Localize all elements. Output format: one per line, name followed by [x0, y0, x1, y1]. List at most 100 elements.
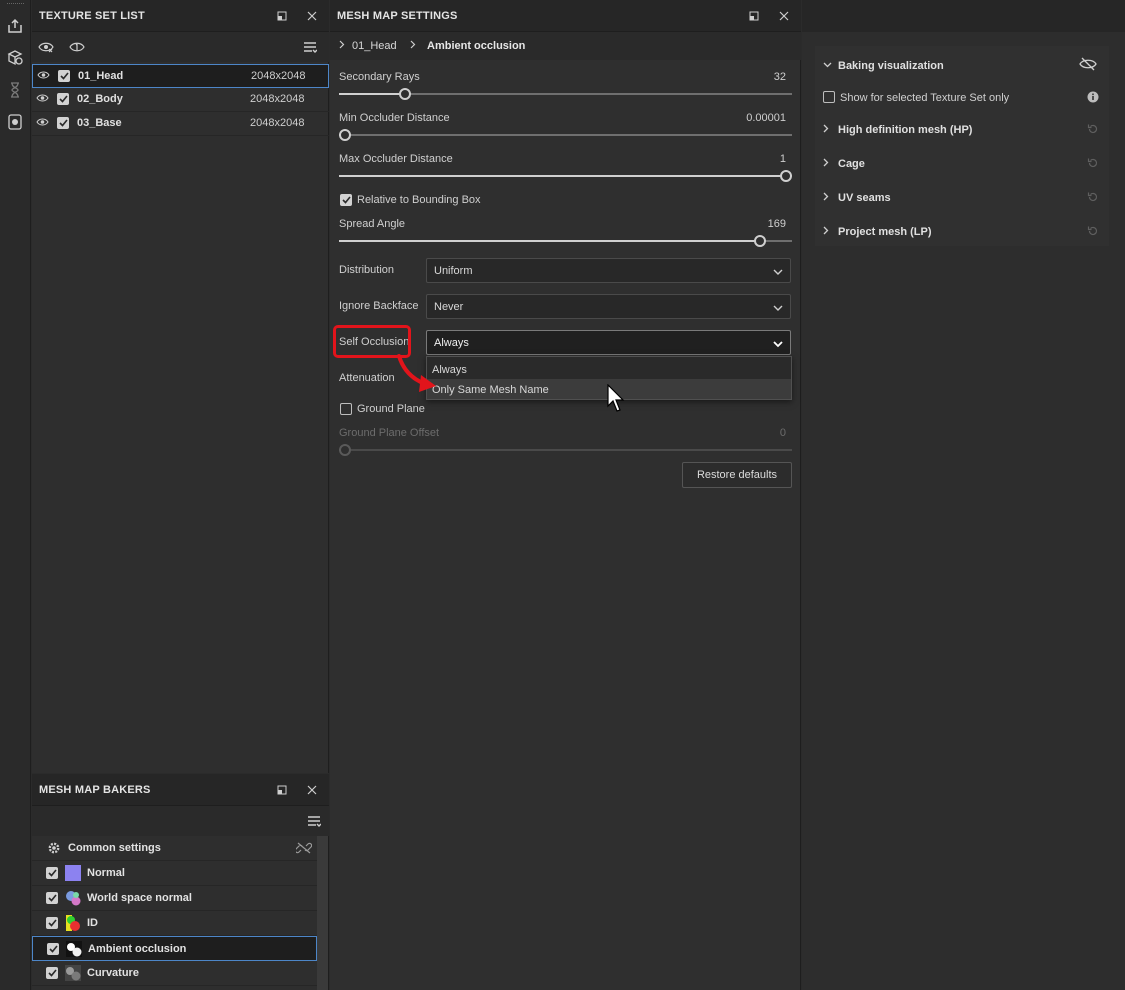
texture-set-resolution: 2048x2048: [250, 93, 305, 105]
list-menu-icon[interactable]: [307, 815, 322, 830]
baking-visualization-section[interactable]: Baking visualization: [815, 50, 1109, 80]
world-space-normal-thumbnail: [65, 890, 81, 906]
baker-row-curvature[interactable]: Curvature: [32, 961, 317, 986]
spread-angle-slider[interactable]: [339, 235, 792, 247]
bakers-list: Common settings Normal World space norma…: [32, 836, 317, 990]
min-occluder-slider[interactable]: [339, 129, 792, 141]
ground-plane-offset-slider: [339, 444, 792, 456]
max-occluder-value[interactable]: 1: [780, 153, 786, 165]
baker-row-ambient-occlusion[interactable]: Ambient occlusion: [32, 936, 317, 961]
slider-handle[interactable]: [399, 88, 411, 100]
texture-set-row[interactable]: 03_Base 2048x2048: [32, 112, 329, 136]
grip-handle[interactable]: [7, 3, 24, 6]
slider-handle[interactable]: [339, 129, 351, 141]
mesh-map-settings-panel: MESH MAP SETTINGS 01_Head Ambient occlus…: [330, 0, 801, 990]
baker-row-world-space-normal[interactable]: World space normal: [32, 886, 317, 911]
section-title: Project mesh (LP): [838, 226, 932, 238]
slider-handle[interactable]: [780, 170, 792, 182]
texture-set-checkbox[interactable]: [57, 93, 69, 105]
texture-set-row[interactable]: 01_Head 2048x2048: [32, 64, 329, 88]
section-project-mesh[interactable]: Project mesh (LP): [815, 216, 1109, 246]
list-menu-icon[interactable]: [303, 41, 318, 56]
baker-checkbox[interactable]: [46, 967, 58, 979]
solo-visibility-icon[interactable]: [69, 40, 86, 57]
ignore-backface-value: Never: [434, 301, 464, 313]
chevron-right-icon: [410, 40, 416, 52]
section-cage[interactable]: Cage: [815, 148, 1109, 178]
max-occluder-label: Max Occluder Distance: [339, 153, 453, 165]
close-icon[interactable]: [305, 9, 319, 23]
self-occlusion-value: Always: [434, 337, 469, 349]
show-for-selected-checkbox[interactable]: [823, 91, 835, 103]
max-occluder-slider[interactable]: [339, 170, 792, 182]
reset-icon[interactable]: [1087, 191, 1099, 206]
secondary-rays-value[interactable]: 32: [774, 71, 786, 83]
baker-name: World space normal: [87, 892, 192, 904]
chevron-down-icon: [773, 339, 783, 351]
hourglass-icon[interactable]: [4, 79, 26, 101]
ignore-backface-label: Ignore Backface: [339, 300, 419, 312]
mesh-settings-icon[interactable]: [4, 47, 26, 69]
distribution-dropdown[interactable]: Uniform: [426, 258, 791, 283]
gear-icon: [47, 841, 61, 858]
slider-handle: [339, 444, 351, 456]
texture-set-checkbox[interactable]: [58, 70, 70, 82]
ignore-backface-dropdown[interactable]: Never: [426, 294, 791, 319]
breadcrumb-texture-set[interactable]: 01_Head: [352, 40, 397, 52]
float-panel-icon[interactable]: [275, 783, 289, 797]
baker-row-normal[interactable]: Normal: [32, 861, 317, 886]
baker-checkbox[interactable]: [46, 917, 58, 929]
float-panel-icon[interactable]: [275, 9, 289, 23]
slider-handle[interactable]: [754, 235, 766, 247]
texture-set-row[interactable]: 02_Body 2048x2048: [32, 88, 329, 112]
section-uv-seams[interactable]: UV seams: [815, 182, 1109, 212]
bakers-scrollbar[interactable]: [317, 836, 328, 990]
curvature-thumbnail: [65, 965, 81, 981]
eye-off-icon[interactable]: [1079, 56, 1097, 75]
visibility-toggle-icon[interactable]: [38, 40, 55, 57]
export-icon[interactable]: [4, 15, 26, 37]
mouse-cursor-icon: [607, 384, 625, 412]
ground-plane-checkbox[interactable]: [340, 403, 352, 415]
baker-row-id[interactable]: ID: [32, 911, 317, 936]
annotation-arrow: [397, 354, 436, 392]
relative-bbox-checkbox[interactable]: [340, 194, 352, 206]
float-panel-icon[interactable]: [747, 9, 761, 23]
texture-set-name: 01_Head: [78, 70, 124, 82]
spread-angle-value[interactable]: 169: [768, 218, 786, 230]
show-for-selected-row[interactable]: Show for selected Texture Set only: [815, 82, 1109, 112]
slider-fill: [339, 240, 760, 242]
section-high-definition-mesh[interactable]: High definition mesh (HP): [815, 114, 1109, 144]
eye-icon[interactable]: [37, 70, 50, 83]
bake-icon[interactable]: [4, 111, 26, 133]
baker-checkbox[interactable]: [46, 892, 58, 904]
min-occluder-value[interactable]: 0.00001: [746, 112, 786, 124]
option-always[interactable]: Always: [427, 359, 791, 379]
baking-options-panel: Baking visualization Show for selected T…: [802, 0, 1125, 990]
restore-defaults-button[interactable]: Restore defaults: [682, 462, 792, 488]
baker-checkbox[interactable]: [46, 867, 58, 879]
baker-name: Ambient occlusion: [88, 943, 187, 955]
close-icon[interactable]: [777, 9, 791, 23]
texture-set-name: 03_Base: [77, 117, 122, 129]
section-title: High definition mesh (HP): [838, 124, 973, 136]
min-occluder-label: Min Occluder Distance: [339, 112, 450, 124]
common-settings-label: Common settings: [68, 842, 161, 854]
reset-icon[interactable]: [1087, 225, 1099, 240]
baker-checkbox[interactable]: [47, 943, 59, 955]
common-settings-row[interactable]: Common settings: [32, 836, 317, 861]
chevron-down-icon: [773, 303, 783, 315]
normal-thumbnail: [65, 865, 81, 881]
close-icon[interactable]: [305, 783, 319, 797]
reset-icon[interactable]: [1087, 123, 1099, 138]
texture-set-checkbox[interactable]: [57, 117, 69, 129]
eye-icon[interactable]: [36, 117, 49, 130]
secondary-rays-slider[interactable]: [339, 88, 792, 100]
info-icon[interactable]: [1087, 91, 1099, 106]
self-occlusion-dropdown[interactable]: Always: [426, 330, 791, 355]
baking-visualization-title: Baking visualization: [838, 60, 944, 72]
baking-sections: Baking visualization Show for selected T…: [815, 46, 1109, 246]
link-icon[interactable]: [294, 841, 313, 858]
eye-icon[interactable]: [36, 93, 49, 106]
reset-icon[interactable]: [1087, 157, 1099, 172]
